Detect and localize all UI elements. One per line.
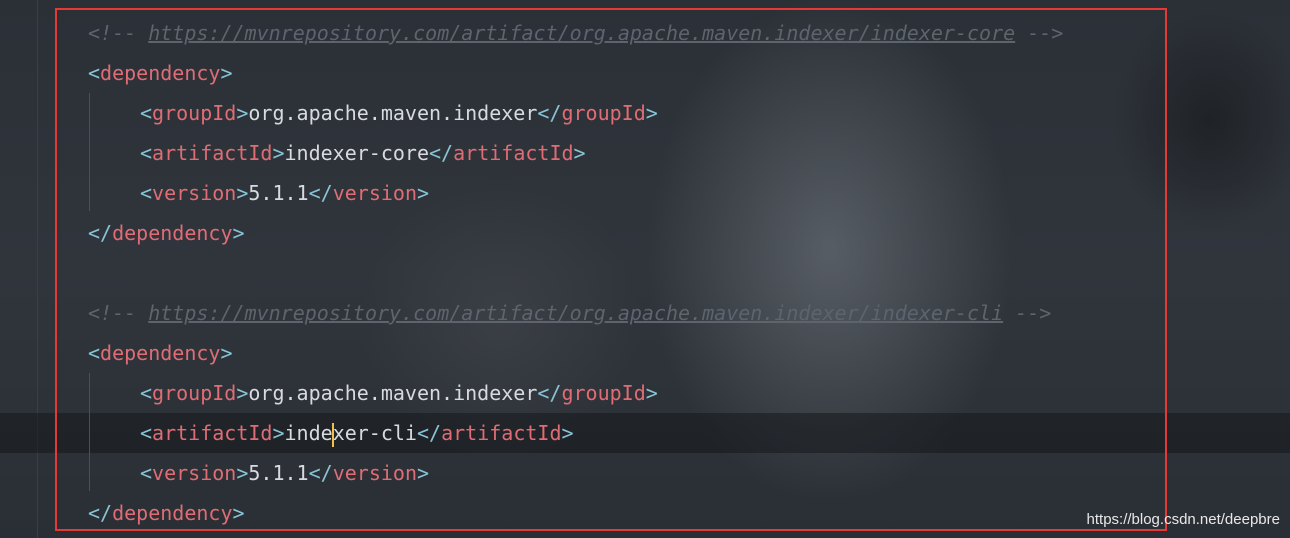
highlight-annotation-box bbox=[55, 8, 1167, 531]
watermark-text: https://blog.csdn.net/deepbre bbox=[1086, 511, 1280, 528]
gutter-divider bbox=[37, 0, 38, 538]
